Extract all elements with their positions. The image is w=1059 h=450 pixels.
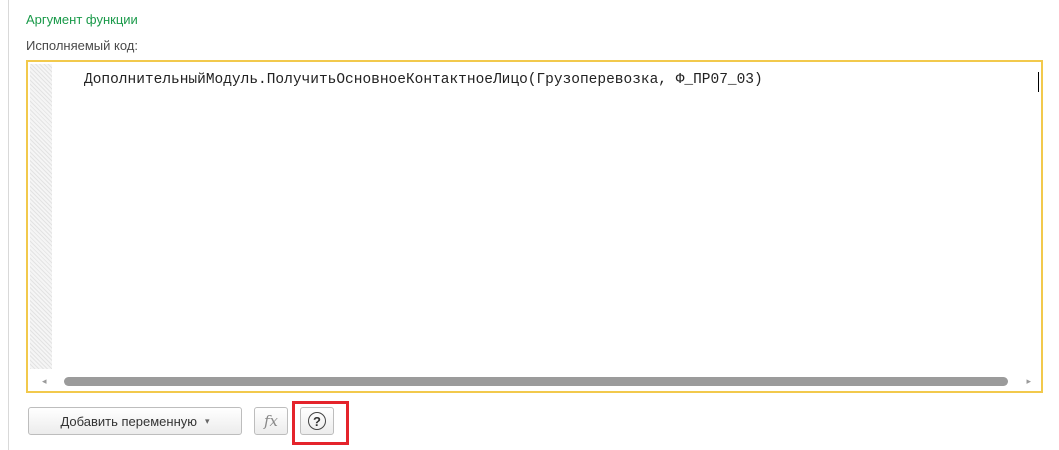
help-icon: ?: [308, 412, 326, 430]
scroll-right-icon[interactable]: ▸: [1026, 375, 1031, 387]
executable-code-label: Исполняемый код:: [26, 38, 138, 53]
code-area[interactable]: ДополнительныйМодуль.ПолучитьОсновноеКон…: [54, 64, 1039, 369]
text-caret: [1038, 72, 1039, 92]
add-variable-label: Добавить переменную: [60, 413, 198, 429]
function-button[interactable]: fx: [254, 407, 288, 435]
help-glyph: ?: [313, 413, 321, 429]
add-variable-button[interactable]: Добавить переменную ▾: [28, 407, 242, 435]
scrollbar-thumb[interactable]: [64, 377, 1008, 386]
help-button[interactable]: ?: [300, 407, 334, 435]
function-icon: fx: [263, 412, 278, 430]
code-editor[interactable]: ДополнительныйМодуль.ПолучитьОсновноеКон…: [26, 60, 1043, 393]
section-title: Аргумент функции: [26, 12, 138, 27]
code-line[interactable]: ДополнительныйМодуль.ПолучитьОсновноеКон…: [84, 72, 763, 88]
scroll-left-icon[interactable]: ◂: [42, 375, 47, 387]
horizontal-scrollbar[interactable]: ◂ ▸: [28, 371, 1041, 391]
left-divider: [8, 0, 9, 450]
line-gutter: [30, 64, 52, 369]
dropdown-arrow-icon: ▾: [205, 415, 210, 426]
